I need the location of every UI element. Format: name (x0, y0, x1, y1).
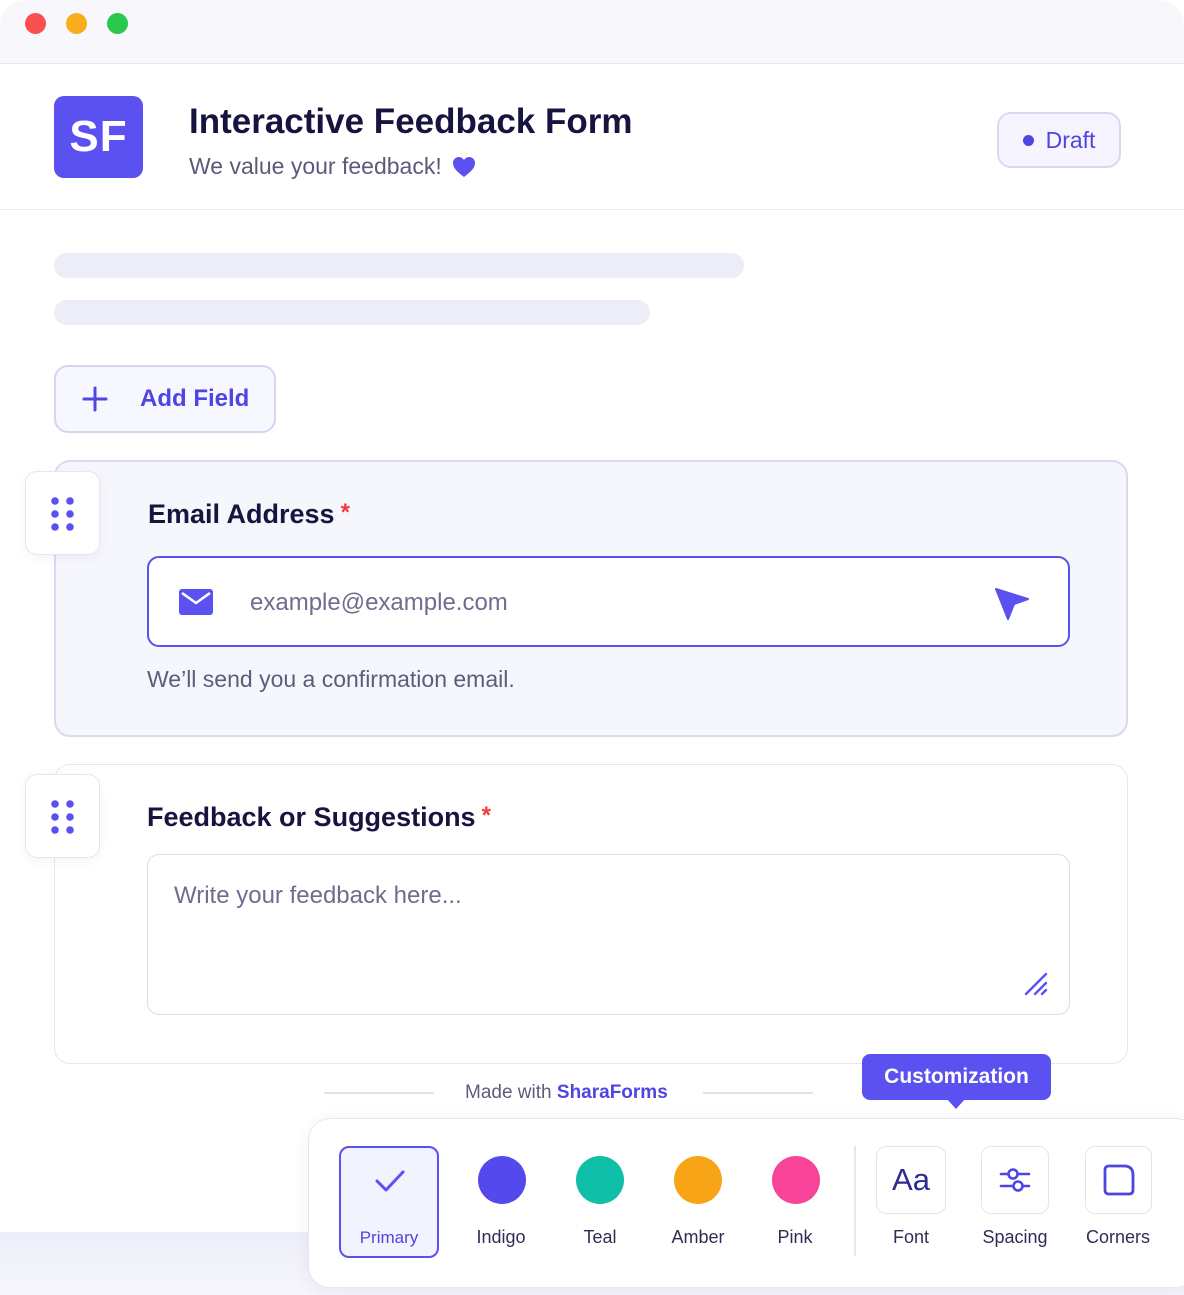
title-bar (0, 0, 1184, 64)
font-button[interactable]: Aa (876, 1146, 946, 1214)
maximize-window-button[interactable] (107, 13, 128, 34)
color-label-primary: Primary (359, 1228, 419, 1247)
color-swatch-amber[interactable] (674, 1156, 722, 1204)
spacing-button[interactable] (981, 1146, 1049, 1214)
plus-icon (82, 386, 108, 412)
resize-handle-icon[interactable] (1024, 972, 1048, 996)
page-subtitle: We value your feedback! (189, 153, 476, 180)
color-label-teal: Teal (583, 1227, 617, 1247)
made-with-credit: Made with SharaForms (465, 1082, 668, 1104)
email-field-label: Email Address * (148, 499, 350, 530)
feedback-label-text: Feedback or Suggestions (147, 802, 476, 832)
color-swatch-primary[interactable]: Primary (339, 1146, 439, 1258)
close-window-button[interactable] (25, 13, 46, 34)
font-label: Font (892, 1227, 930, 1247)
color-swatch-pink[interactable] (772, 1156, 820, 1204)
drag-grip-icon (51, 497, 74, 531)
required-asterisk: * (340, 499, 350, 526)
skeleton-line (54, 253, 744, 278)
logo: SF (54, 96, 143, 178)
tooltip-arrow (946, 1098, 966, 1109)
email-helper-text: We’ll send you a confirmation email. (147, 666, 515, 692)
email-input[interactable]: example@example.com (147, 556, 1070, 647)
feedback-textarea[interactable]: Write your feedback here... (147, 854, 1070, 1015)
skeleton-line (54, 300, 650, 325)
drag-grip-icon (51, 800, 74, 834)
spacing-label: Spacing (982, 1227, 1048, 1247)
cursor-pointer-icon (995, 588, 1029, 620)
color-label-pink: Pink (777, 1227, 813, 1247)
add-field-label: Add Field (140, 385, 250, 412)
made-with-text: Made with (465, 1082, 552, 1103)
drag-handle[interactable] (25, 471, 100, 555)
form-header: SF Interactive Feedback Form We value yo… (0, 64, 1184, 210)
heart-icon (452, 156, 476, 178)
color-label-amber: Amber (671, 1227, 725, 1247)
minimize-window-button[interactable] (66, 13, 87, 34)
corners-label: Corners (1085, 1227, 1151, 1247)
feedback-placeholder: Write your feedback here... (174, 882, 462, 909)
font-icon: Aa (892, 1162, 930, 1197)
check-icon (375, 1170, 405, 1192)
sliders-icon (999, 1168, 1031, 1192)
customization-tooltip: Customization (862, 1054, 1051, 1100)
drag-handle[interactable] (25, 774, 100, 858)
color-swatch-teal[interactable] (576, 1156, 624, 1204)
feedback-field-label: Feedback or Suggestions * (147, 802, 491, 833)
brand-link[interactable]: SharaForms (557, 1082, 668, 1103)
add-field-button[interactable]: Add Field (54, 365, 276, 433)
footer-divider (703, 1092, 813, 1094)
footer-divider (324, 1092, 434, 1094)
status-dot-icon (1022, 134, 1034, 146)
page-title: Interactive Feedback Form (189, 102, 633, 141)
corners-button[interactable] (1085, 1146, 1152, 1214)
toolbar-divider (854, 1146, 856, 1256)
app-window: SF Interactive Feedback Form We value yo… (0, 0, 1184, 1232)
customization-toolbar (308, 1118, 1184, 1288)
color-swatch-indigo[interactable] (478, 1156, 526, 1204)
mail-icon (179, 589, 213, 615)
status-badge-label: Draft (1045, 126, 1096, 153)
color-label-indigo: Indigo (476, 1227, 526, 1247)
subtitle-text: We value your feedback! (189, 153, 442, 179)
required-asterisk: * (481, 802, 491, 829)
corner-radius-icon (1103, 1164, 1134, 1196)
email-placeholder: example@example.com (250, 589, 508, 616)
email-label-text: Email Address (148, 499, 335, 529)
status-badge[interactable]: Draft (997, 112, 1121, 168)
